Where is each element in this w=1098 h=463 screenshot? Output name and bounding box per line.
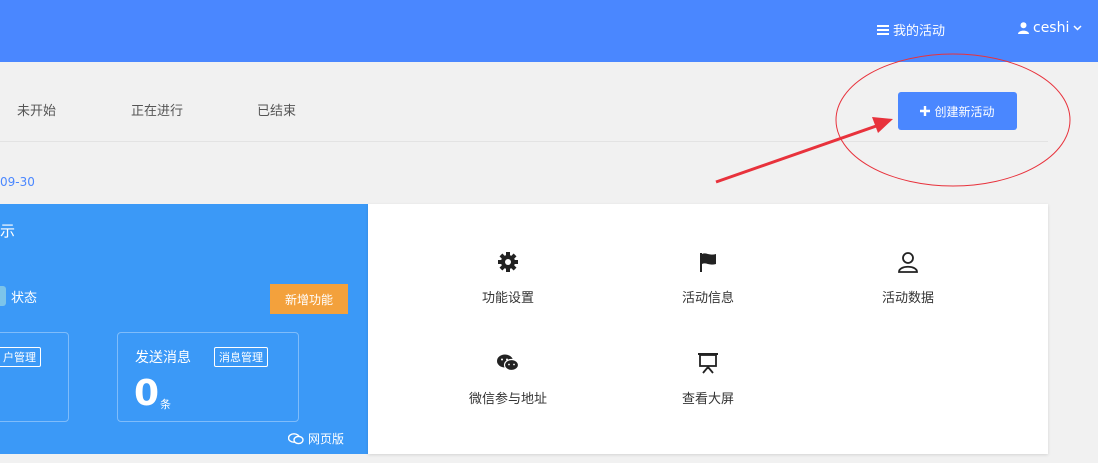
- activity-summary-panel: 示 状态 新增功能 户管理 发送消息 消息管理 0 条 网页版: [0, 204, 368, 454]
- user-menu[interactable]: ceshi: [1018, 20, 1082, 36]
- add-feature-button[interactable]: 新增功能: [270, 284, 348, 314]
- my-activities-label: 我的活动: [893, 24, 946, 39]
- user-manage-button[interactable]: 户管理: [0, 347, 41, 367]
- feature-activity-data-label: 活动数据: [881, 291, 934, 306]
- gear-icon: [498, 252, 518, 272]
- user-icon: [1018, 22, 1029, 34]
- top-navbar: 我的活动 ceshi: [0, 0, 1098, 62]
- feature-settings[interactable]: 功能设置: [438, 251, 578, 306]
- annotation-arrow-line: [715, 122, 883, 184]
- feature-settings-label: 功能设置: [481, 291, 534, 306]
- feature-wechat-url[interactable]: 微信参与地址: [438, 352, 578, 407]
- tabs-divider: [0, 141, 1048, 142]
- create-activity-label: 创建新活动: [934, 104, 995, 119]
- feature-activity-info[interactable]: 活动信息: [638, 251, 778, 306]
- web-version-label: 网页版: [308, 432, 345, 446]
- menu-icon: [877, 24, 889, 35]
- message-manage-button[interactable]: 消息管理: [214, 347, 268, 367]
- message-count: 0: [134, 373, 160, 414]
- my-activities-link[interactable]: 我的活动: [877, 20, 945, 39]
- feature-wechat-url-label: 微信参与地址: [468, 392, 547, 407]
- chat-icon: [288, 432, 304, 444]
- status-label: 状态: [11, 290, 38, 306]
- panel-title: 示: [0, 222, 16, 240]
- chevron-down-icon: [1073, 25, 1082, 31]
- user-icon: [898, 252, 918, 273]
- create-activity-button[interactable]: 创建新活动: [898, 92, 1017, 130]
- user-card: 户管理: [0, 332, 69, 422]
- activity-date: 09-30: [0, 175, 35, 189]
- web-version-link[interactable]: 网页版: [288, 430, 344, 447]
- features-panel: 功能设置 活动信息 活动数据 微信参与地址 查看大屏: [368, 204, 1048, 454]
- flag-icon: [700, 253, 716, 272]
- feature-big-screen[interactable]: 查看大屏: [638, 352, 778, 407]
- message-card: 发送消息 消息管理 0 条: [117, 332, 299, 422]
- feature-activity-info-label: 活动信息: [681, 291, 734, 306]
- status-row: 状态: [0, 286, 37, 306]
- tab-not-started[interactable]: 未开始: [17, 100, 56, 119]
- tab-in-progress[interactable]: 正在进行: [131, 100, 183, 119]
- feature-activity-data[interactable]: 活动数据: [838, 251, 978, 306]
- annotation-arrowhead: [872, 117, 893, 133]
- feature-big-screen-label: 查看大屏: [681, 392, 734, 407]
- wechat-icon: [497, 354, 520, 372]
- username: ceshi: [1033, 20, 1070, 36]
- presentation-icon: [698, 353, 718, 374]
- plus-icon: [920, 106, 931, 116]
- status-indicator: [0, 286, 6, 306]
- send-message-label: 发送消息: [135, 350, 191, 366]
- message-unit: 条: [160, 398, 171, 411]
- tab-ended[interactable]: 已结束: [257, 100, 296, 119]
